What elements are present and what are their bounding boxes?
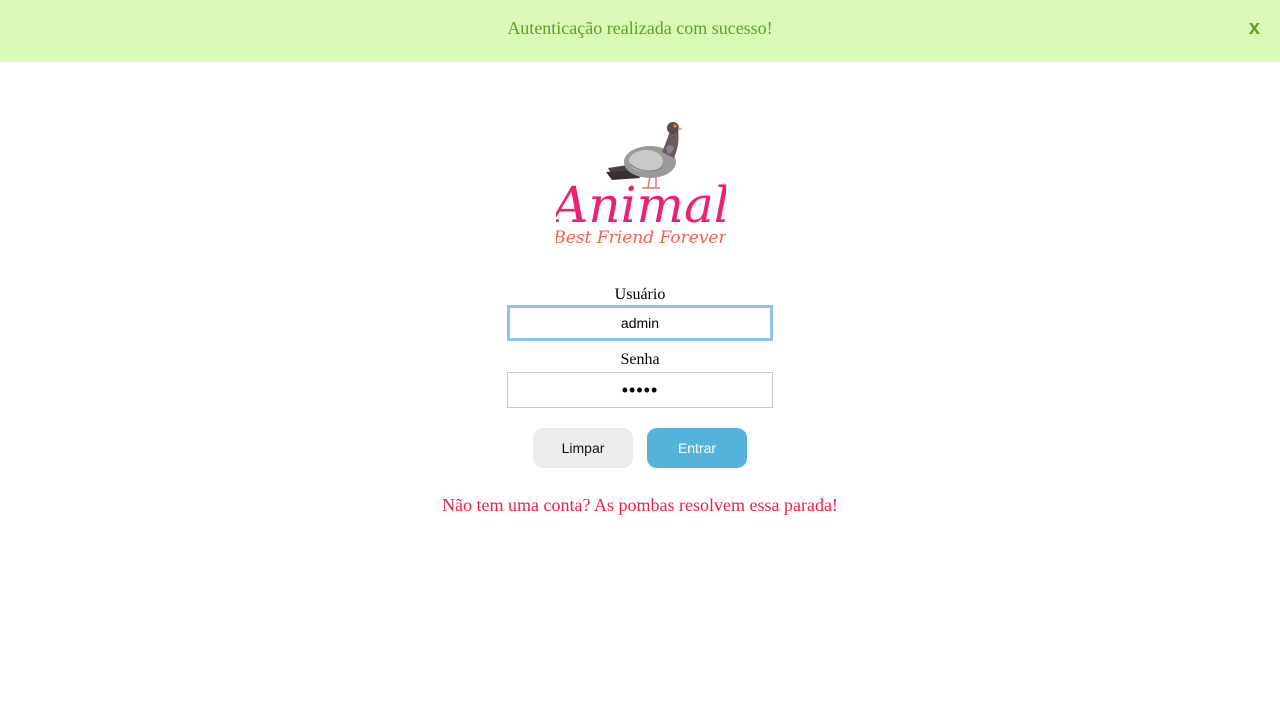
success-alert: Autenticação realizada com sucesso! x <box>0 0 1280 62</box>
close-icon[interactable]: x <box>1249 17 1260 40</box>
logo: Animal Best Friend Forever <box>556 118 726 252</box>
logo-title: Animal <box>556 176 726 234</box>
password-label: Senha <box>620 351 660 368</box>
submit-button[interactable]: Entrar <box>647 428 747 468</box>
logo-tagline: Best Friend Forever <box>556 228 726 248</box>
pigeon-icon: Animal Best Friend Forever <box>556 122 726 248</box>
signup-link[interactable]: Não tem uma conta? As pombas resolvem es… <box>0 495 1280 516</box>
clear-button[interactable]: Limpar <box>533 428 633 468</box>
alert-message: Autenticação realizada com sucesso! <box>507 18 773 38</box>
password-input[interactable] <box>507 372 773 408</box>
username-input[interactable] <box>507 305 773 341</box>
username-label: Usuário <box>614 286 666 303</box>
